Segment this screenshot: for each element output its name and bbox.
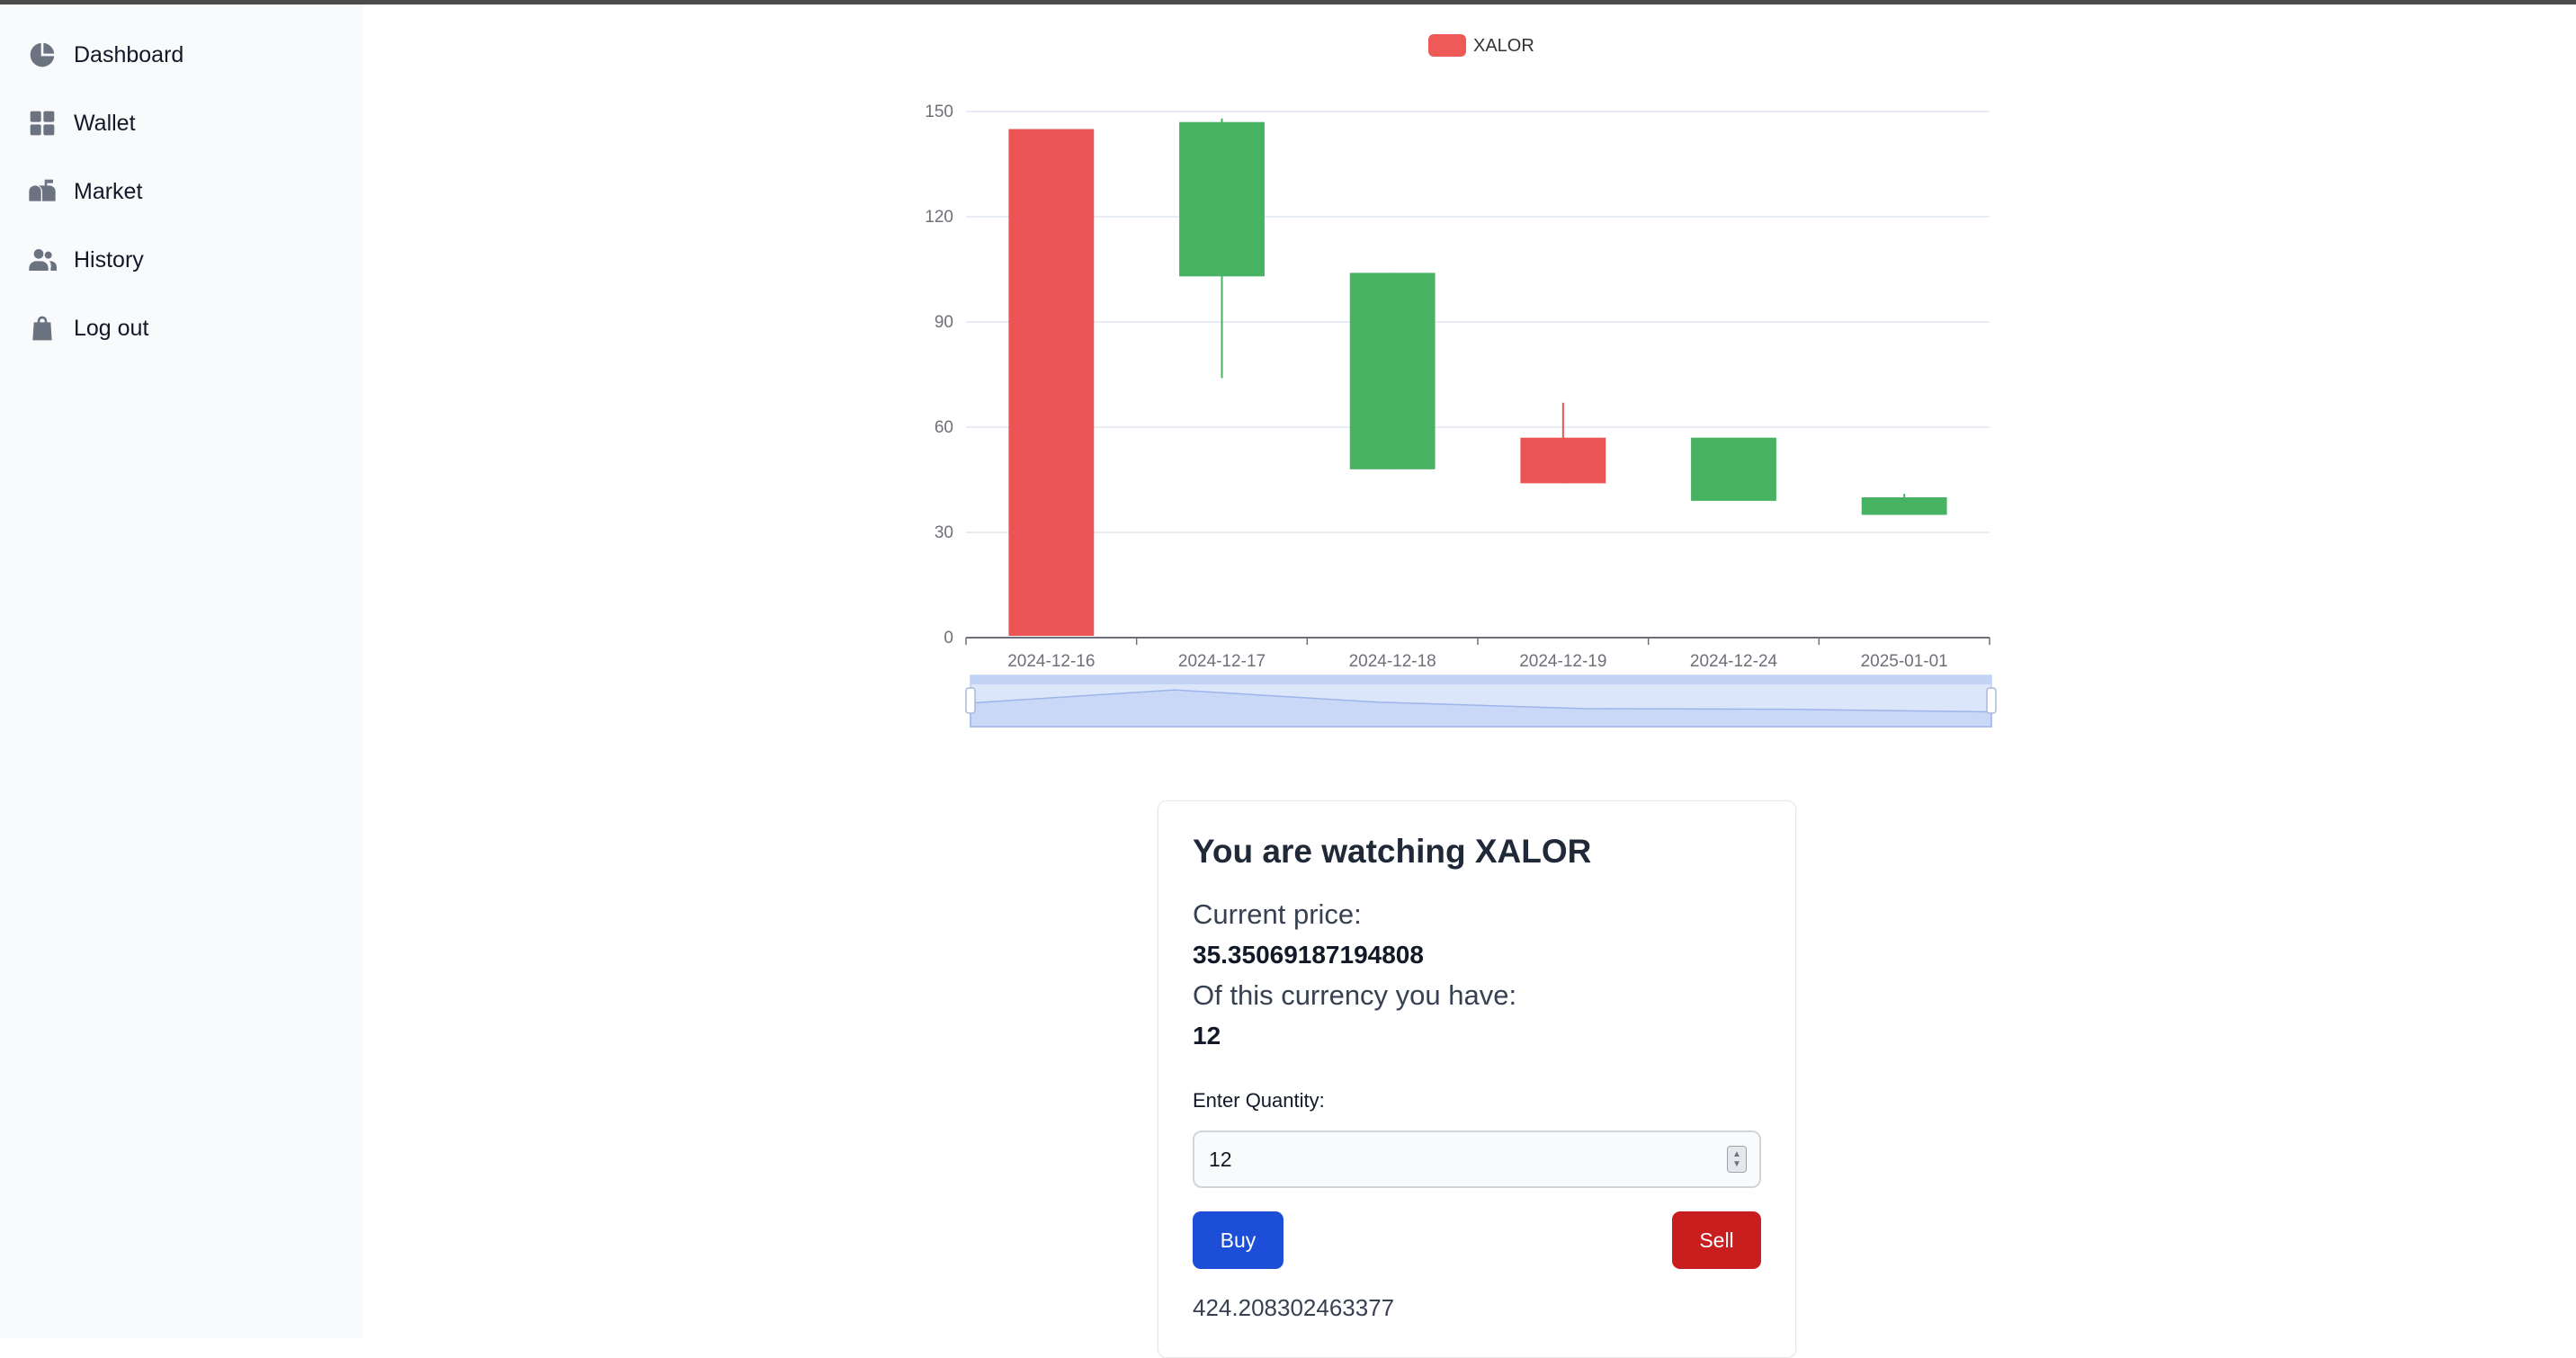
quantity-stepper[interactable]: ▲ ▼ — [1727, 1146, 1747, 1173]
holding-label: Of this currency you have: — [1193, 979, 1517, 1011]
quantity-label: Enter Quantity: — [1193, 1089, 1325, 1112]
candle-body — [1861, 497, 1947, 515]
legend-label: XALOR — [1473, 36, 1534, 56]
sidebar-item-history[interactable]: History — [27, 237, 342, 282]
legend-swatch — [1428, 34, 1466, 57]
y-tick-label: 0 — [944, 629, 953, 648]
shopping-bag-icon — [27, 313, 58, 344]
candle-body — [1691, 437, 1776, 501]
trade-card: You are watching XALOR Current price: 35… — [1158, 800, 1796, 1358]
sidebar-item-label: Log out — [74, 315, 149, 341]
chart-svg: 0 30 60 90 120 150 2024-12-16 2024-12-17 2024-12… — [925, 34, 1997, 728]
y-tick-label: 90 — [935, 313, 953, 332]
candle-body — [1008, 129, 1095, 637]
sidebar: Dashboard Wallet Market History Log out — [0, 4, 363, 1338]
candle-body — [1520, 437, 1606, 484]
sidebar-item-wallet[interactable]: Wallet — [27, 101, 342, 146]
x-tick-label: 2024-12-16 — [1007, 652, 1095, 671]
buy-button[interactable]: Buy — [1193, 1211, 1284, 1269]
x-tick-label: 2024-12-19 — [1519, 652, 1606, 671]
grid-icon — [27, 108, 58, 138]
y-tick-label: 120 — [925, 208, 953, 227]
current-price-label: Current price: — [1193, 898, 1362, 930]
x-tick-label: 2025-01-01 — [1861, 652, 1948, 671]
sidebar-item-logout[interactable]: Log out — [27, 306, 342, 351]
candlestick-chart: 0 30 60 90 120 150 2024-12-16 2024-12-17 2024-12… — [363, 4, 2576, 742]
sell-button[interactable]: Sell — [1672, 1211, 1761, 1269]
zoom-slider-handle[interactable] — [1986, 687, 1997, 714]
sidebar-item-label: Dashboard — [74, 41, 184, 67]
sidebar-item-label: Wallet — [74, 110, 136, 136]
y-tick-label: 150 — [925, 103, 953, 121]
zoom-slider-handle[interactable] — [965, 687, 976, 714]
mailbox-icon — [27, 176, 58, 207]
chevron-down-icon[interactable]: ▼ — [1732, 1159, 1741, 1169]
total-value: 424.208302463377 — [1193, 1294, 1395, 1321]
y-tick-label: 30 — [935, 523, 953, 542]
x-tick-label: 2024-12-18 — [1349, 652, 1436, 671]
sidebar-item-market[interactable]: Market — [27, 169, 342, 214]
sidebar-item-dashboard[interactable]: Dashboard — [27, 32, 342, 77]
page-title: You are watching XALOR — [1193, 833, 1592, 870]
quantity-input-value[interactable]: 12 — [1209, 1148, 1727, 1172]
chevron-up-icon[interactable]: ▲ — [1732, 1149, 1741, 1159]
x-tick-label: 2024-12-24 — [1690, 652, 1778, 671]
sidebar-item-label: Market — [74, 178, 143, 204]
sidebar-item-label: History — [74, 246, 144, 272]
zoom-slider-bar — [970, 675, 1991, 684]
holding-value: 12 — [1193, 1022, 1221, 1050]
users-icon — [27, 245, 58, 275]
y-tick-label: 60 — [935, 418, 953, 437]
candle-body — [1179, 121, 1265, 277]
pie-chart-icon — [27, 40, 58, 70]
quantity-input[interactable]: 12 ▲ ▼ — [1193, 1130, 1761, 1188]
candle-body — [1349, 272, 1436, 469]
current-price-value: 35.35069187194808 — [1193, 941, 1424, 969]
x-tick-label: 2024-12-17 — [1178, 652, 1266, 671]
